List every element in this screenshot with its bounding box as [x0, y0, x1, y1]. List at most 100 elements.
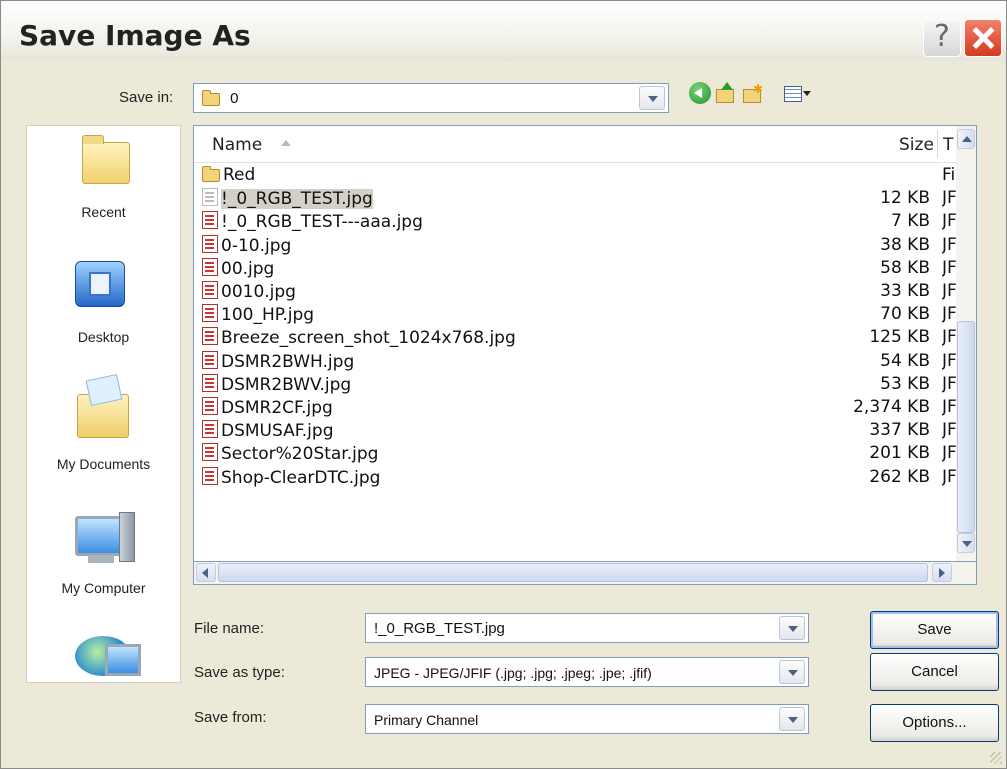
- file-row[interactable]: 00.jpg 58 KB JF: [194, 257, 956, 280]
- place-label: Recent: [81, 204, 126, 220]
- file-name: DSMR2CF.jpg: [221, 398, 333, 418]
- save-in-dropdown-arrow[interactable]: [639, 86, 665, 110]
- file-row[interactable]: DSMR2CF.jpg 2,374 KB JF: [194, 396, 956, 419]
- column-name[interactable]: Name: [212, 135, 262, 155]
- save-from-dropdown-arrow[interactable]: [779, 707, 805, 731]
- file-size: 53 KB: [880, 373, 930, 394]
- save-in-combo[interactable]: 0: [193, 83, 669, 113]
- file-row[interactable]: Sector%20Star.jpg 201 KB JF: [194, 442, 956, 465]
- save-from-select[interactable]: Primary Channel: [365, 704, 809, 734]
- column-type[interactable]: T: [943, 135, 953, 155]
- file-type: JF: [942, 234, 956, 255]
- my-documents-icon: [77, 394, 129, 438]
- help-button[interactable]: ?: [923, 19, 961, 57]
- file-name-value: !_0_RGB_TEST.jpg: [374, 620, 505, 637]
- vertical-scrollbar[interactable]: [956, 126, 976, 561]
- file-type: JF: [942, 188, 956, 209]
- my-computer-icon: [75, 516, 125, 563]
- jpg-file-icon: [202, 373, 218, 392]
- file-name-label: File name:: [194, 620, 265, 637]
- file-name: Red: [223, 165, 256, 185]
- options-button[interactable]: Options...: [870, 704, 999, 742]
- horizontal-scroll-thumb[interactable]: [218, 563, 928, 582]
- file-name: Shop-ClearDTC.jpg: [221, 467, 381, 488]
- file-row[interactable]: Red Fi: [194, 164, 956, 187]
- file-type: JF: [942, 211, 956, 232]
- file-size: 2,374 KB: [853, 397, 930, 417]
- file-row[interactable]: 0010.jpg 33 KB JF: [194, 280, 956, 303]
- file-name: 00.jpg: [221, 258, 275, 279]
- file-name-field[interactable]: !_0_RGB_TEST.jpg: [365, 613, 809, 643]
- jpg-file-icon: [202, 420, 218, 439]
- file-name: Breeze_screen_shot_1024x768.jpg: [221, 328, 516, 349]
- title-bar: Save Image As ?: [1, 1, 1006, 61]
- jpg-file-icon: [202, 234, 218, 253]
- folder-icon: [202, 165, 220, 182]
- jpg-file-icon: [202, 466, 218, 485]
- file-size: 7 KB: [890, 211, 930, 232]
- jpg-file-icon: [202, 304, 218, 323]
- vertical-scroll-thumb[interactable]: [957, 321, 975, 533]
- save-image-dialog: Save Image As ? Save in: 0 ✱ Recent Desk…: [0, 0, 1007, 769]
- save-from-label: Save from:: [194, 709, 267, 726]
- save-as-type-label: Save as type:: [194, 664, 285, 681]
- file-row[interactable]: Shop-ClearDTC.jpg 262 KB JF: [194, 466, 956, 489]
- close-button[interactable]: [964, 19, 1002, 57]
- file-row[interactable]: Breeze_screen_shot_1024x768.jpg 125 KB JF: [194, 326, 956, 349]
- up-folder-icon[interactable]: [714, 82, 736, 104]
- dialog-title: Save Image As: [19, 19, 251, 52]
- network-places-icon: [75, 636, 141, 676]
- file-row[interactable]: DSMR2BWH.jpg 54 KB JF: [194, 350, 956, 373]
- file-size: 201 KB: [869, 443, 930, 464]
- scroll-left-button[interactable]: [196, 563, 216, 582]
- file-size: 70 KB: [880, 304, 930, 325]
- save-as-type-select[interactable]: JPEG - JPEG/JFIF (.jpg; .jpg; .jpeg; .jp…: [365, 657, 809, 687]
- file-row[interactable]: !_0_RGB_TEST.jpg 12 KB JF: [194, 187, 956, 210]
- file-row[interactable]: 100_HP.jpg 70 KB JF: [194, 303, 956, 326]
- back-icon[interactable]: [689, 82, 711, 104]
- horizontal-scrollbar[interactable]: [193, 562, 977, 585]
- file-type: JF: [942, 304, 956, 325]
- recent-folder-icon: [82, 135, 130, 184]
- jpg-file-icon: [202, 350, 218, 369]
- file-size: 12 KB: [880, 188, 930, 209]
- file-name: DSMR2BWV.jpg: [221, 374, 352, 395]
- save-from-value: Primary Channel: [374, 712, 479, 728]
- new-folder-icon[interactable]: ✱: [741, 82, 763, 104]
- place-label: My Computer: [61, 580, 146, 596]
- file-name: 0-10.jpg: [221, 235, 292, 256]
- places-bar: Recent Desktop My Documents My Computer: [26, 125, 181, 683]
- jpg-file-icon: [202, 397, 218, 415]
- scroll-down-button[interactable]: [957, 533, 975, 553]
- file-type: JF: [942, 327, 956, 348]
- sort-ascending-icon: [281, 140, 291, 146]
- scroll-up-button[interactable]: [957, 129, 975, 149]
- file-name: 100_HP.jpg: [221, 305, 315, 326]
- place-label: Desktop: [77, 329, 130, 345]
- file-size: 38 KB: [880, 234, 930, 255]
- file-row[interactable]: DSMUSAF.jpg 337 KB JF: [194, 419, 956, 442]
- file-type: JF: [942, 350, 956, 371]
- save-as-type-value: JPEG - JPEG/JFIF (.jpg; .jpg; .jpeg; .jp…: [374, 665, 652, 681]
- jpg-file-icon: [202, 443, 218, 462]
- column-size[interactable]: Size: [899, 135, 934, 155]
- save-button[interactable]: Save: [870, 611, 999, 649]
- file-name-dropdown-arrow[interactable]: [779, 616, 805, 640]
- file-name: !_0_RGB_TEST---aaa.jpg: [221, 212, 423, 233]
- column-header: Name Size T: [194, 126, 956, 163]
- file-type: JF: [942, 443, 956, 464]
- file-type: Fi: [942, 165, 956, 185]
- file-type: JF: [942, 373, 956, 394]
- scroll-right-button[interactable]: [932, 563, 952, 582]
- file-list[interactable]: Name Size T Red Fi !_0_RGB_TEST.jpg 12 KB JF…: [193, 125, 977, 562]
- file-size: 262 KB: [869, 466, 930, 487]
- cancel-button[interactable]: Cancel: [870, 653, 999, 691]
- save-as-type-dropdown-arrow[interactable]: [779, 660, 805, 684]
- file-row[interactable]: !_0_RGB_TEST---aaa.jpg 7 KB JF: [194, 210, 956, 233]
- file-name: 0010.jpg: [221, 282, 296, 302]
- file-row[interactable]: 0-10.jpg 38 KB JF: [194, 234, 956, 257]
- resize-grip[interactable]: [990, 752, 1002, 764]
- file-size: 58 KB: [880, 257, 930, 278]
- file-row[interactable]: DSMR2BWV.jpg 53 KB JF: [194, 373, 956, 396]
- views-menu-icon[interactable]: [782, 82, 812, 104]
